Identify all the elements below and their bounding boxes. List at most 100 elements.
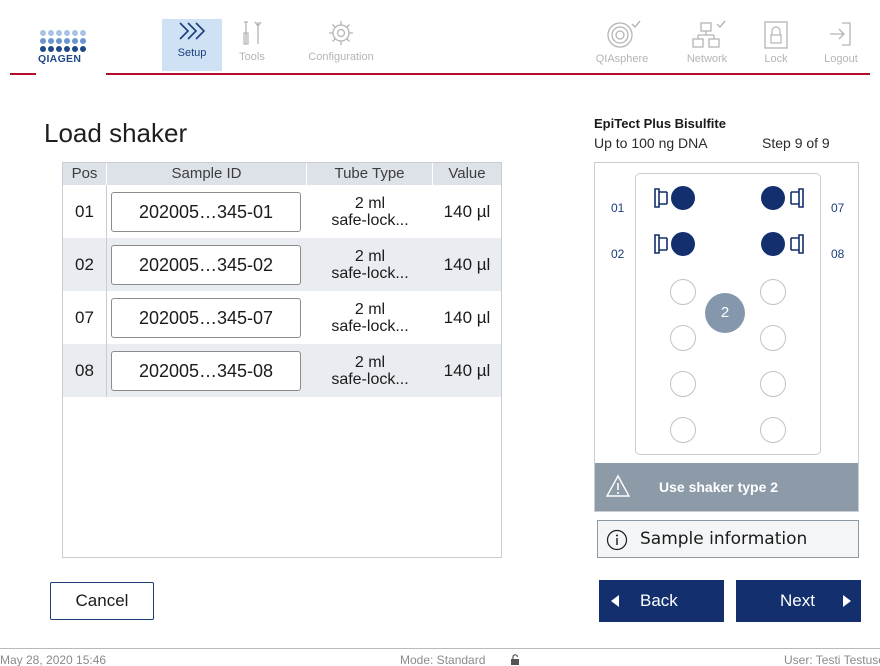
footer-mode: Mode: Standard [400, 653, 486, 666]
chevrons-icon [179, 22, 206, 40]
sample-id-field[interactable]: 202005…345-02 [111, 244, 301, 285]
brand-line-right [106, 73, 870, 75]
empty-slot[interactable] [670, 325, 696, 351]
row-value: 140 µl [443, 360, 491, 380]
back-arrow-icon [611, 595, 619, 607]
tube-line-1: 2 ml [354, 353, 386, 371]
back-button[interactable]: Back [599, 580, 724, 622]
table-row: 02 202005…345-02 2 ml safe-lock... 140 µl [63, 238, 501, 291]
next-label: Next [780, 591, 815, 610]
position-label-07: 07 [831, 201, 845, 215]
empty-slot[interactable] [760, 417, 786, 443]
position-label-01: 01 [611, 201, 625, 215]
tube-line-2: safe-lock... [331, 264, 409, 282]
nav-logout[interactable]: Logout [814, 19, 868, 71]
nav-qiasphere[interactable]: QIAsphere [588, 19, 656, 71]
next-arrow-icon [843, 595, 851, 607]
row-tube-type: 2 ml safe-lock... [307, 354, 433, 388]
table-row: 07 202005…345-07 2 ml safe-lock... 140 µl [63, 291, 501, 344]
tube-loaded-icon[interactable] [755, 183, 809, 213]
nav-setup-label: Setup [177, 47, 207, 59]
screen: QIAGEN Setup Tools Configuration QIAsphe… [0, 0, 880, 666]
position-label-02: 02 [611, 247, 625, 261]
nav-tools[interactable]: Tools [234, 19, 270, 71]
next-button[interactable]: Next [736, 580, 861, 622]
step-indicator: Step 9 of 9 [762, 135, 830, 151]
shaker-type-badge: 2 [705, 293, 745, 333]
brand-line-left [10, 73, 36, 75]
sample-information-label: Sample information [640, 529, 808, 549]
back-label: Back [640, 591, 678, 610]
position-label-08: 08 [831, 247, 845, 261]
nav-logout-label: Logout [824, 53, 858, 65]
cancel-button[interactable]: Cancel [50, 582, 154, 620]
row-tube-type: 2 ml safe-lock... [307, 301, 433, 335]
nav-tools-label: Tools [239, 51, 265, 63]
tube-line-1: 2 ml [354, 300, 386, 318]
nav-network[interactable]: Network [678, 19, 736, 71]
empty-slot[interactable] [760, 279, 786, 305]
row-tube-type: 2 ml safe-lock... [307, 248, 433, 282]
row-pos: 02 [63, 238, 107, 291]
table-row: 08 202005…345-08 2 ml safe-lock... 140 µl [63, 344, 501, 397]
row-pos: 01 [63, 185, 107, 238]
row-pos: 08 [63, 344, 107, 397]
tools-icon [243, 21, 262, 45]
tube-loaded-icon[interactable] [649, 229, 703, 259]
nav-qiasphere-label: QIAsphere [595, 53, 649, 65]
qiagen-logo: QIAGEN [34, 30, 106, 86]
tube-line-1: 2 ml [354, 194, 386, 212]
header-tube-type: Tube Type [307, 163, 433, 185]
header-value: Value [448, 165, 486, 182]
footer-divider [0, 648, 880, 649]
sample-information-button[interactable]: Sample information [597, 520, 859, 558]
warning-icon [605, 474, 631, 497]
nav-setup[interactable]: Setup [162, 19, 222, 71]
protocol-subtitle: Up to 100 ng DNA [594, 135, 708, 151]
qiasphere-icon [607, 20, 641, 48]
sample-id-field[interactable]: 202005…345-08 [111, 350, 301, 391]
logo-dots [40, 30, 106, 52]
page-title: Load shaker [44, 118, 188, 148]
footer-user: User: Testi Testuser [784, 653, 880, 666]
tube-loaded-icon[interactable] [755, 229, 809, 259]
row-value: 140 µl [443, 307, 491, 327]
lock-icon [764, 21, 788, 49]
tube-loaded-icon[interactable] [649, 183, 703, 213]
row-value: 140 µl [443, 201, 491, 221]
protocol-name: EpiTect Plus Bisulfite [594, 116, 726, 131]
header-pos: Pos [63, 163, 107, 185]
warning-text: Use shaker type 2 [659, 479, 779, 495]
table-header: Pos Sample ID Tube Type Value [63, 163, 501, 185]
row-value: 140 µl [443, 254, 491, 274]
empty-slot[interactable] [760, 371, 786, 397]
empty-slot[interactable] [670, 417, 696, 443]
sample-id-field[interactable]: 202005…345-01 [111, 191, 301, 232]
footer-datetime: May 28, 2020 15:46 [0, 653, 107, 666]
nav-configuration[interactable]: Configuration [296, 19, 386, 71]
top-bar: QIAGEN Setup Tools Configuration QIAsphe… [0, 0, 880, 80]
unlock-icon [511, 654, 519, 665]
tube-line-2: safe-lock... [331, 317, 409, 335]
tube-line-2: safe-lock... [331, 211, 409, 229]
empty-slot[interactable] [670, 279, 696, 305]
logout-icon [830, 22, 851, 46]
info-icon [606, 529, 628, 551]
logo-text: QIAGEN [38, 53, 82, 65]
tube-line-1: 2 ml [354, 247, 386, 265]
empty-slot[interactable] [760, 325, 786, 351]
gear-icon [329, 21, 353, 45]
header-sample-id: Sample ID [107, 163, 307, 185]
table-row: 01 202005…345-01 2 ml safe-lock... 140 µl [63, 185, 501, 238]
sample-id-field[interactable]: 202005…345-07 [111, 297, 301, 338]
shaker-layout: 01 02 07 08 2 Use shaker type 2 [594, 162, 859, 512]
nav-configuration-label: Configuration [308, 51, 374, 63]
tube-line-2: safe-lock... [331, 370, 409, 388]
nav-lock[interactable]: Lock [756, 19, 796, 71]
row-tube-type: 2 ml safe-lock... [307, 195, 433, 229]
network-icon [692, 20, 726, 48]
nav-network-label: Network [686, 53, 728, 65]
sample-table: Pos Sample ID Tube Type Value 01 202005…… [62, 162, 502, 558]
empty-slot[interactable] [670, 371, 696, 397]
nav-lock-label: Lock [764, 53, 788, 65]
